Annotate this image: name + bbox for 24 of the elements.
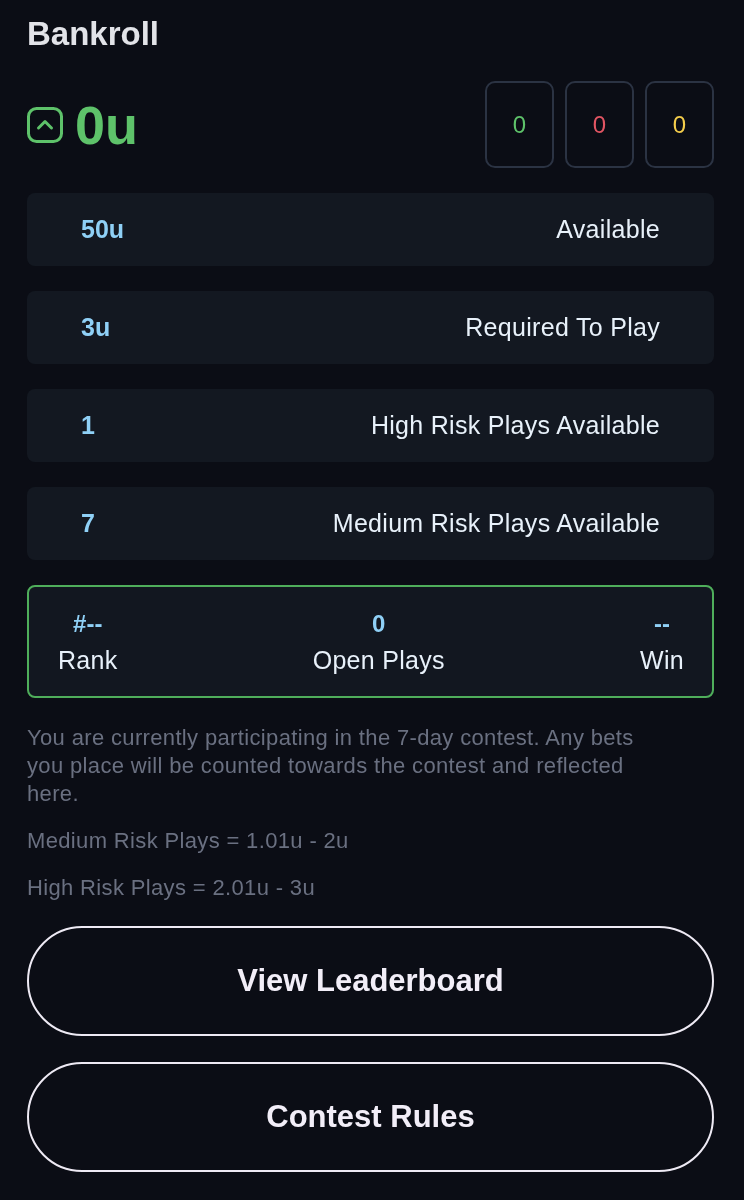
counter-value: 0 bbox=[512, 110, 527, 139]
stat-value: 1 bbox=[81, 411, 95, 440]
counter-value: 0 bbox=[672, 110, 687, 139]
note-text: You are currently participating in the 7-day contest. Any bets you place will be counted towards the contest and reflected here. bbox=[27, 724, 635, 808]
stat-label: Required To Play bbox=[465, 313, 660, 342]
summary-label: Win bbox=[640, 644, 684, 675]
stat-value: 50u bbox=[81, 215, 125, 244]
stat-label: Available bbox=[556, 215, 660, 244]
note-text: Medium Risk Plays = 1.01u - 2u bbox=[27, 827, 350, 855]
summary-value: 0 bbox=[372, 608, 386, 639]
outline-button[interactable]: View Leaderboard bbox=[27, 926, 714, 1036]
summary-value: -- bbox=[654, 608, 670, 639]
stat-value: 3u bbox=[81, 313, 111, 342]
summary-label: Open Plays bbox=[312, 644, 445, 675]
summary-label: Rank bbox=[58, 644, 118, 675]
outline-button[interactable]: Contest Rules bbox=[27, 1062, 714, 1172]
balance-value: 0u bbox=[75, 94, 139, 155]
stat-label: Medium Risk Plays Available bbox=[332, 509, 660, 538]
note-text: High Risk Plays = 2.01u - 3u bbox=[27, 874, 316, 902]
stat-value: 7 bbox=[81, 509, 95, 538]
stat-label: High Risk Plays Available bbox=[370, 411, 660, 440]
section-title: Bankroll bbox=[27, 14, 160, 54]
summary-value: #-- bbox=[73, 608, 103, 639]
counter-value: 0 bbox=[592, 110, 607, 139]
